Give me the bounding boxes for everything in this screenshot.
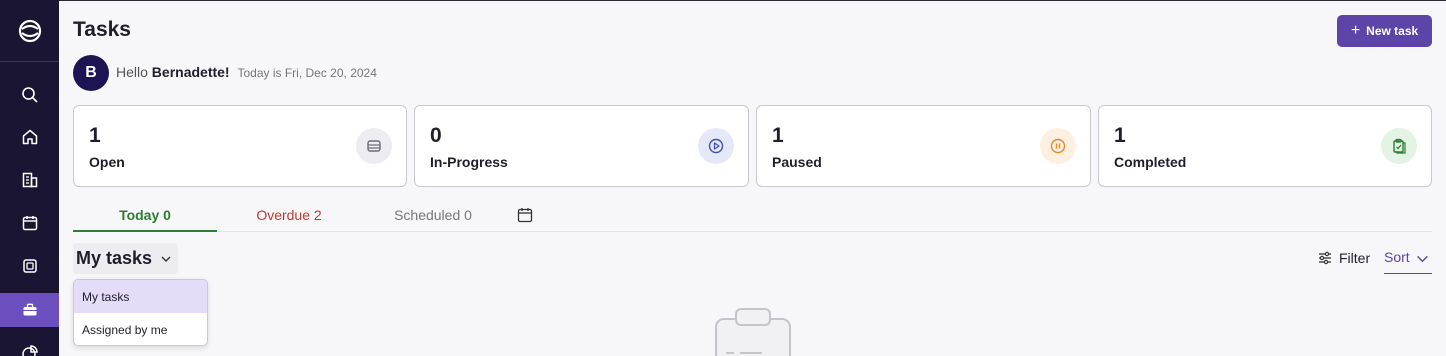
logo-icon (18, 19, 41, 42)
inbox-icon (356, 128, 392, 164)
task-scope-menu: My tasks Assigned by me (73, 279, 208, 346)
chip-icon (22, 259, 37, 273)
stat-count: 1 (772, 124, 784, 147)
stat-card-in-progress[interactable]: 0 In-Progress (414, 105, 749, 187)
sidebar-item-search[interactable] (0, 78, 59, 112)
sidebar-item-tasks[interactable] (0, 293, 59, 327)
sort-label: Sort (1384, 249, 1410, 265)
task-scope-select[interactable]: My tasks (73, 243, 178, 274)
clipboard-check-icon (1381, 128, 1417, 164)
new-task-label: New task (1366, 24, 1419, 38)
building-icon (22, 172, 37, 188)
sliders-icon (1319, 251, 1331, 265)
stat-card-open[interactable]: 1 Open (73, 105, 407, 187)
greeting-name: Bernadette! (151, 64, 230, 80)
play-icon (698, 128, 734, 164)
stat-card-paused[interactable]: 1 Paused (756, 105, 1091, 187)
stat-card-completed[interactable]: 1 Completed (1098, 105, 1432, 187)
calendar-icon[interactable] (517, 207, 533, 223)
sidebar-item-reports[interactable] (0, 336, 59, 356)
sidebar-item-devices[interactable] (0, 249, 59, 283)
stat-count: 1 (89, 124, 101, 147)
stat-label: Paused (772, 154, 822, 170)
sort-button[interactable]: Sort (1384, 249, 1432, 274)
greeting-date: Today is Fri, Dec 20, 2024 (237, 66, 377, 80)
search-icon (21, 87, 38, 103)
task-tabs: Today 0 Overdue 2 Scheduled 0 (73, 201, 1432, 232)
main-content: Tasks + New task B Hello Bernadette! Tod… (59, 1, 1446, 356)
page-title: Tasks (73, 18, 131, 41)
empty-clipboard-icon (715, 308, 791, 356)
briefcase-icon (23, 303, 36, 316)
chart-icon (21, 345, 38, 356)
chevron-down-icon (161, 256, 171, 262)
filter-button[interactable]: Filter (1317, 250, 1370, 266)
tab-today[interactable]: Today 0 (73, 207, 217, 232)
stat-label: Open (89, 154, 125, 170)
app-logo[interactable] (0, 0, 59, 62)
stat-count: 0 (430, 124, 442, 147)
filter-label: Filter (1339, 250, 1371, 266)
tab-scheduled[interactable]: Scheduled 0 (361, 207, 505, 223)
plus-icon: + (1350, 22, 1361, 39)
stat-label: Completed (1114, 154, 1187, 170)
sidebar-item-buildings[interactable] (0, 163, 59, 197)
greeting-hello: Hello (116, 64, 148, 80)
sidebar (0, 0, 59, 356)
menu-item-assigned-by-me[interactable]: Assigned by me (74, 313, 207, 345)
chevron-down-icon (1416, 255, 1428, 263)
home-icon (22, 129, 37, 145)
new-task-button[interactable]: + New task (1337, 15, 1432, 47)
stat-label: In-Progress (430, 154, 508, 170)
calendar-icon (22, 216, 37, 231)
menu-item-my-tasks[interactable]: My tasks (74, 280, 207, 313)
tab-overdue[interactable]: Overdue 2 (217, 207, 361, 223)
sidebar-item-calendar[interactable] (0, 206, 59, 240)
avatar[interactable]: B (73, 55, 109, 91)
pause-icon (1040, 128, 1076, 164)
task-scope-value: My tasks (76, 248, 153, 268)
sidebar-item-home[interactable] (0, 120, 59, 154)
greeting: Hello Bernadette! Today is Fri, Dec 20, … (116, 64, 377, 80)
stat-count: 1 (1114, 124, 1126, 147)
